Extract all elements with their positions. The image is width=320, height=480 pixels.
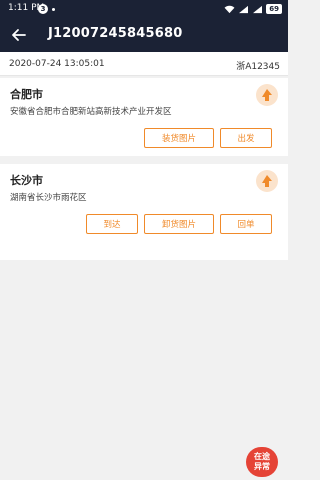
depart-button[interactable]: 出发 (220, 128, 272, 148)
notification-badge: 3 (38, 4, 48, 14)
order-info-row: 2020-07-24 13:05:01 浙A12345 (0, 52, 288, 76)
wifi-icon (224, 5, 235, 13)
page-title: J12007245845680 (48, 26, 183, 41)
signal-icon-2 (253, 5, 263, 13)
stop-address: 安徽省合肥市合肥新站高新技术产业开发区 (10, 107, 172, 117)
vehicle-plate: 浙A12345 (236, 62, 280, 72)
status-bar: 1:11 PM 3 69 (0, 0, 288, 18)
transit-exception-button[interactable]: 在途 异常 (246, 447, 278, 477)
loading-photos-button[interactable]: 装货图片 (144, 128, 214, 148)
status-dot (52, 8, 55, 11)
receipt-button[interactable]: 回单 (220, 214, 272, 234)
navigation-arrow-glyph (262, 175, 272, 187)
navigation-arrow-glyph (262, 89, 272, 101)
fab-line-1: 在途 (254, 452, 270, 461)
battery-indicator: 69 (266, 4, 282, 14)
fab-line-2: 异常 (254, 462, 270, 471)
stop-city: 合肥市 (10, 88, 43, 101)
status-icons: 69 (224, 3, 282, 15)
unloading-photos-button[interactable]: 卸货图片 (144, 214, 214, 234)
navigation-arrow-icon[interactable] (256, 84, 278, 106)
arrow-left-icon[interactable] (10, 26, 28, 44)
navigation-arrow-icon[interactable] (256, 170, 278, 192)
stop-card-origin: 合肥市 安徽省合肥市合肥新站高新技术产业开发区 装货图片 出发 (0, 78, 288, 156)
stop-card-destination: 长沙市 湖南省长沙市雨花区 到达 卸货图片 回单 (0, 164, 288, 242)
app-bar: J12007245845680 (0, 18, 288, 52)
order-date: 2020-07-24 13:05:01 (9, 59, 105, 69)
stop-city: 长沙市 (10, 174, 43, 187)
signal-icon (239, 5, 249, 13)
stop-address: 湖南省长沙市雨花区 (10, 193, 87, 203)
card-footer-spacer (0, 242, 288, 260)
arrive-button[interactable]: 到达 (86, 214, 138, 234)
